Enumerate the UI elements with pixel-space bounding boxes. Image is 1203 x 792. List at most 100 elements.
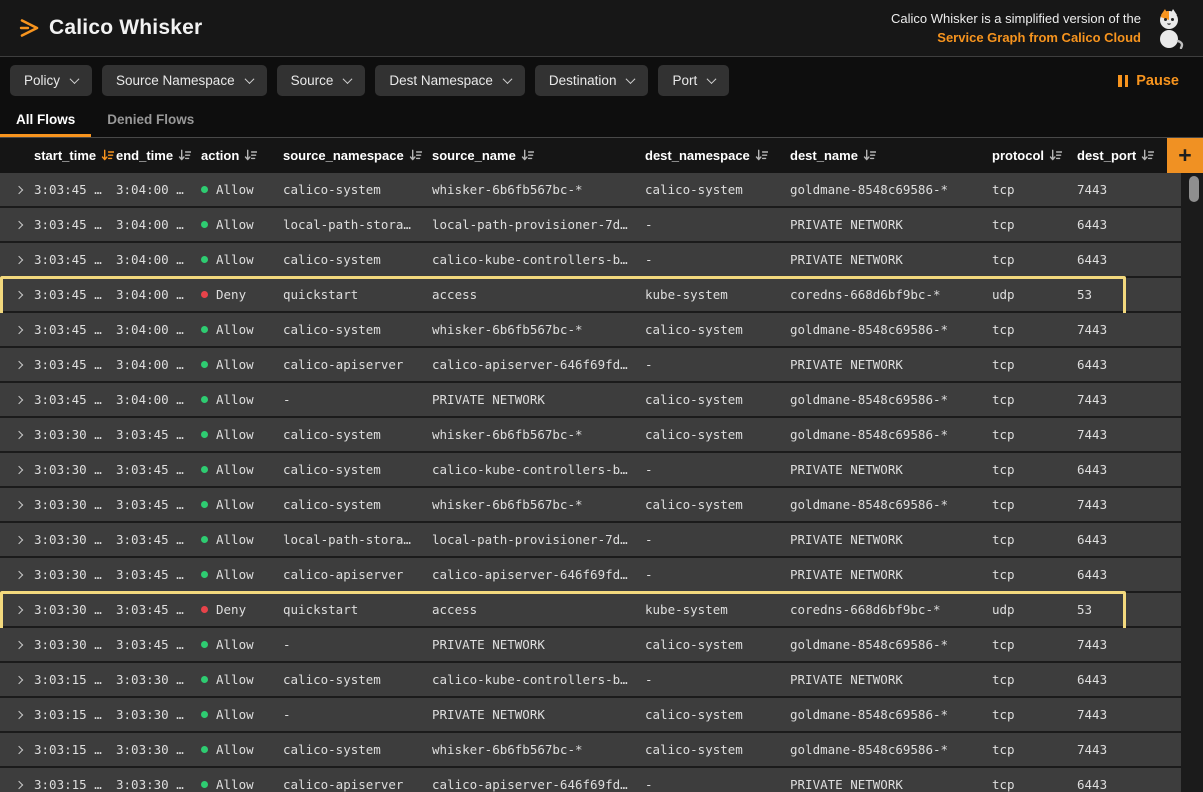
cell-end-time: 3:03:30 …: [116, 707, 201, 722]
expand-row-icon[interactable]: [16, 604, 28, 616]
filter-dropdown-dest-namespace[interactable]: Dest Namespace: [375, 65, 525, 96]
expand-row-icon[interactable]: [16, 429, 28, 441]
cell-source-namespace: calico-apiserver: [283, 567, 432, 582]
cell-start-time: 3:03:30 …: [34, 427, 116, 442]
column-header-dest_namespace[interactable]: dest_namespace: [645, 148, 790, 163]
sort-icon: [521, 149, 534, 162]
table-row[interactable]: 3:03:30 … 3:03:45 … Allow calico-apiserv…: [0, 558, 1181, 591]
column-header-end_time[interactable]: end_time: [116, 148, 201, 163]
expand-row-icon[interactable]: [16, 674, 28, 686]
filter-label: Port: [672, 73, 697, 88]
action-label: Allow: [216, 252, 254, 267]
table-row[interactable]: 3:03:45 … 3:04:00 … Allow calico-system …: [0, 313, 1181, 346]
expand-row-icon[interactable]: [16, 464, 28, 476]
cell-dest-namespace: kube-system: [645, 287, 790, 302]
cell-end-time: 3:04:00 …: [116, 287, 201, 302]
expand-row-icon[interactable]: [16, 534, 28, 546]
cell-source-namespace: calico-system: [283, 672, 432, 687]
action-label: Allow: [216, 357, 254, 372]
table-row[interactable]: 3:03:30 … 3:03:45 … Allow calico-system …: [0, 488, 1181, 521]
cell-dest-name: goldmane-8548c69586-*: [790, 742, 992, 757]
table-row[interactable]: 3:03:45 … 3:04:00 … Allow calico-system …: [0, 243, 1181, 276]
cell-source-name: access: [432, 602, 645, 617]
tab-denied-flows[interactable]: Denied Flows: [91, 104, 210, 137]
cell-action: Allow: [201, 707, 283, 722]
table-row[interactable]: 3:03:45 … 3:04:00 … Allow - PRIVATE NETW…: [0, 383, 1181, 416]
cell-dest-name: goldmane-8548c69586-*: [790, 707, 992, 722]
column-header-start_time[interactable]: start_time: [34, 148, 116, 163]
cell-start-time: 3:03:45 …: [34, 217, 116, 232]
expand-row-icon[interactable]: [16, 219, 28, 231]
column-label: dest_port: [1077, 148, 1136, 163]
expand-row-icon[interactable]: [16, 779, 28, 791]
table-row[interactable]: 3:03:30 … 3:03:45 … Deny quickstart acce…: [0, 593, 1181, 626]
cell-action: Allow: [201, 427, 283, 442]
cell-end-time: 3:03:45 …: [116, 532, 201, 547]
cell-protocol: tcp: [992, 672, 1077, 687]
table-row[interactable]: 3:03:15 … 3:03:30 … Allow calico-system …: [0, 663, 1181, 696]
expand-row-icon[interactable]: [16, 744, 28, 756]
cell-action: Allow: [201, 182, 283, 197]
expand-row-icon[interactable]: [16, 394, 28, 406]
cell-source-name: calico-kube-controllers-b…: [432, 462, 645, 477]
column-header-dest_name[interactable]: dest_name: [790, 148, 992, 163]
filter-dropdown-port[interactable]: Port: [658, 65, 729, 96]
expand-row-icon[interactable]: [16, 254, 28, 266]
table-body: 3:03:45 … 3:04:00 … Allow calico-system …: [0, 173, 1203, 792]
add-column-button[interactable]: +: [1167, 138, 1203, 173]
cell-protocol: tcp: [992, 217, 1077, 232]
cell-end-time: 3:03:45 …: [116, 602, 201, 617]
filter-label: Policy: [24, 73, 60, 88]
action-status-dot: [201, 466, 208, 473]
cell-start-time: 3:03:45 …: [34, 252, 116, 267]
action-status-dot: [201, 291, 208, 298]
cell-end-time: 3:04:00 …: [116, 392, 201, 407]
column-header-source_namespace[interactable]: source_namespace: [283, 148, 432, 163]
column-label: dest_namespace: [645, 148, 750, 163]
filter-dropdown-destination[interactable]: Destination: [535, 65, 649, 96]
expand-row-icon[interactable]: [16, 359, 28, 371]
filter-dropdown-source-namespace[interactable]: Source Namespace: [102, 65, 267, 96]
expand-row-icon[interactable]: [16, 324, 28, 336]
table-row[interactable]: 3:03:30 … 3:03:45 … Allow calico-system …: [0, 418, 1181, 451]
column-header-action[interactable]: action: [201, 148, 283, 163]
expand-row-icon[interactable]: [16, 639, 28, 651]
table-row[interactable]: 3:03:30 … 3:03:45 … Allow local-path-sto…: [0, 523, 1181, 556]
cell-source-namespace: calico-system: [283, 182, 432, 197]
table-row[interactable]: 3:03:45 … 3:04:00 … Deny quickstart acce…: [0, 278, 1181, 311]
table-row[interactable]: 3:03:45 … 3:04:00 … Allow local-path-sto…: [0, 208, 1181, 241]
service-graph-link[interactable]: Service Graph from Calico Cloud: [891, 28, 1141, 48]
table-row[interactable]: 3:03:30 … 3:03:45 … Allow calico-system …: [0, 453, 1181, 486]
expand-row-icon[interactable]: [16, 499, 28, 511]
expand-row-icon[interactable]: [16, 289, 28, 301]
filter-dropdown-source[interactable]: Source: [277, 65, 366, 96]
filter-dropdown-policy[interactable]: Policy: [10, 65, 92, 96]
expand-row-icon[interactable]: [16, 569, 28, 581]
action-status-dot: [201, 606, 208, 613]
sort-icon: [244, 149, 257, 162]
column-header-protocol[interactable]: protocol: [992, 148, 1077, 163]
table-row[interactable]: 3:03:15 … 3:03:30 … Allow - PRIVATE NETW…: [0, 698, 1181, 731]
pause-button[interactable]: Pause: [1118, 73, 1193, 89]
expand-row-icon[interactable]: [16, 184, 28, 196]
table-row[interactable]: 3:03:30 … 3:03:45 … Allow - PRIVATE NETW…: [0, 628, 1181, 661]
cell-protocol: tcp: [992, 462, 1077, 477]
expand-row-icon[interactable]: [16, 709, 28, 721]
app-title: Calico Whisker: [49, 16, 202, 40]
column-label: source_name: [432, 148, 516, 163]
column-label: source_namespace: [283, 148, 404, 163]
vertical-scrollbar-thumb[interactable]: [1189, 176, 1199, 202]
cell-dest-name: goldmane-8548c69586-*: [790, 392, 992, 407]
cell-dest-port: 7443: [1077, 637, 1181, 652]
tab-all-flows[interactable]: All Flows: [0, 104, 91, 137]
table-row[interactable]: 3:03:45 … 3:04:00 … Allow calico-apiserv…: [0, 348, 1181, 381]
action-status-dot: [201, 186, 208, 193]
cell-protocol: tcp: [992, 707, 1077, 722]
cell-dest-name: goldmane-8548c69586-*: [790, 637, 992, 652]
table-row[interactable]: 3:03:15 … 3:03:30 … Allow calico-apiserv…: [0, 768, 1181, 792]
table-row[interactable]: 3:03:15 … 3:03:30 … Allow calico-system …: [0, 733, 1181, 766]
cell-source-name: local-path-provisioner-7d…: [432, 532, 645, 547]
table-row[interactable]: 3:03:45 … 3:04:00 … Allow calico-system …: [0, 173, 1181, 206]
column-header-source_name[interactable]: source_name: [432, 148, 645, 163]
cell-source-namespace: calico-apiserver: [283, 357, 432, 372]
